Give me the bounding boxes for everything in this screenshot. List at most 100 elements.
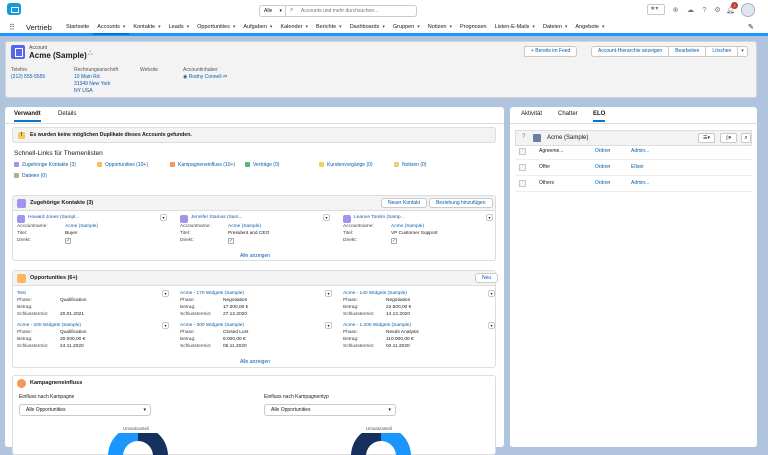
- chevron-down-icon[interactable]: ▾: [449, 24, 452, 30]
- nav-item[interactable]: Berichte ▾: [312, 20, 346, 35]
- new-opportunity-button[interactable]: Neu: [475, 273, 499, 283]
- user-avatar[interactable]: [741, 3, 755, 17]
- tab-related[interactable]: Verwandt: [14, 111, 41, 122]
- chevron-down-icon[interactable]: ▾: [325, 322, 332, 329]
- nav-item-label[interactable]: Leads: [169, 24, 184, 30]
- nav-item[interactable]: Listen-E-Mails ▾: [491, 20, 539, 35]
- row-checkbox[interactable]: [519, 180, 526, 187]
- opportunities-show-all[interactable]: Alle anzeigen: [13, 359, 497, 365]
- tab-chatter[interactable]: Chatter: [558, 111, 578, 117]
- app-logo-icon[interactable]: [7, 3, 21, 15]
- follow-button[interactable]: + Bereits im Feed: [524, 46, 578, 57]
- opportunity-name-link[interactable]: Acme - 300 Widgets (Sample): [180, 323, 244, 328]
- elo-list-menu-icon[interactable]: ☰▾: [698, 133, 715, 143]
- row-checkbox[interactable]: [519, 148, 526, 155]
- hierarchy-button[interactable]: Account-Hierarchie anzeigen: [591, 46, 670, 57]
- opportunity-name-link[interactable]: Acme - 140 Widgets (Sample): [343, 291, 407, 296]
- quick-link[interactable]: Dateien (0): [14, 173, 47, 179]
- quick-link-label[interactable]: Dateien (0): [22, 173, 47, 179]
- nav-item-label[interactable]: Angebote: [575, 24, 599, 30]
- elo-document-row[interactable]: Agreeme... Ordner Admin...: [515, 144, 752, 160]
- document-author[interactable]: ElIser: [631, 160, 644, 175]
- nav-item-label[interactable]: Kontakte: [133, 24, 155, 30]
- chevron-down-icon[interactable]: ▾: [162, 290, 169, 297]
- document-type[interactable]: Ordner: [595, 176, 611, 191]
- document-name[interactable]: Agreeme...: [539, 144, 563, 159]
- add-relationship-button[interactable]: Beziehung hinzufügen: [429, 198, 493, 208]
- contact-name-link[interactable]: Jennifer Stamos (Sam...: [191, 215, 242, 220]
- quick-link-label[interactable]: Kundenvorgänge (0): [327, 162, 373, 168]
- contacts-title[interactable]: Zugehörige Kontakte (3): [30, 196, 93, 211]
- nav-item-label[interactable]: Accounts: [97, 24, 120, 30]
- document-author[interactable]: Admin...: [631, 176, 649, 191]
- contact-name-link[interactable]: Leanne Tomlin (Samp...: [354, 215, 405, 220]
- chevron-down-icon[interactable]: ▾: [158, 24, 161, 30]
- chevron-down-icon[interactable]: ▾: [602, 24, 605, 30]
- edit-nav-pencil-icon[interactable]: ✎: [748, 23, 754, 31]
- nav-item[interactable]: Kontakte ▾: [129, 20, 164, 35]
- chevron-down-icon[interactable]: ▾: [123, 24, 126, 30]
- contacts-show-all[interactable]: Alle anzeigen: [13, 253, 497, 259]
- chevron-down-icon[interactable]: ▾: [486, 214, 493, 221]
- nav-item-label[interactable]: Listen-E-Mails: [495, 24, 530, 30]
- quick-link[interactable]: Zugehörige Kontakte (3): [14, 162, 76, 168]
- add-icon[interactable]: ⊕: [671, 6, 680, 15]
- nav-item[interactable]: Angebote ▾: [571, 20, 608, 35]
- edit-button[interactable]: Bearbeiten: [669, 46, 707, 57]
- account-link[interactable]: Acme (Sample): [65, 224, 98, 229]
- app-launcher-icon[interactable]: ⠿: [9, 23, 18, 32]
- tab-elo[interactable]: ELO: [593, 111, 606, 122]
- quick-link-label[interactable]: Notizen (0): [402, 162, 426, 168]
- contact-name-link[interactable]: Howard Jones (Sampl...: [28, 215, 79, 220]
- nav-item[interactable]: Gruppen ▾: [389, 20, 424, 35]
- quick-link[interactable]: Notizen (0): [394, 162, 426, 168]
- hierarchy-icon[interactable]: ஃ: [88, 51, 93, 58]
- elo-document-menu-icon[interactable]: ▯▾: [720, 133, 737, 143]
- tab-activity[interactable]: Aktivität: [521, 111, 542, 117]
- favorites-button[interactable]: ★▾: [647, 4, 665, 15]
- nav-item-label[interactable]: Gruppen: [393, 24, 414, 30]
- chevron-down-icon[interactable]: ▾: [160, 214, 167, 221]
- nav-item[interactable]: Notizen ▾: [424, 20, 456, 35]
- chevron-down-icon[interactable]: ▾: [305, 24, 308, 30]
- opportunity-name-link[interactable]: Acme - 170 Widgets (Sample): [180, 291, 244, 296]
- quick-link[interactable]: Kampagneneinfluss (10+): [170, 162, 235, 168]
- nav-item[interactable]: Dashboards ▾: [346, 20, 389, 35]
- campaign-filter1-select[interactable]: Alle Opportunities: [19, 404, 151, 416]
- campaign-filter2-select[interactable]: Alle Opportunities: [264, 404, 396, 416]
- nav-item[interactable]: Dateien ▾: [539, 20, 571, 35]
- nav-item-label[interactable]: Prognosen: [460, 24, 487, 30]
- chevron-down-icon[interactable]: ▾: [339, 24, 342, 30]
- document-name[interactable]: Offer: [539, 160, 550, 175]
- billing-line1[interactable]: 10 Main Rd.: [74, 74, 118, 81]
- document-type[interactable]: Ordner: [595, 144, 611, 159]
- more-actions-chevron-icon[interactable]: ▾: [738, 46, 748, 57]
- opportunities-title[interactable]: Opportunities (6+): [30, 271, 78, 286]
- quick-link-label[interactable]: Zugehörige Kontakte (3): [22, 162, 76, 168]
- document-author[interactable]: Admin...: [631, 144, 649, 159]
- new-contact-button[interactable]: Neuer Kontakt: [381, 198, 427, 208]
- chevron-down-icon[interactable]: ▾: [417, 24, 420, 30]
- quick-link-label[interactable]: Opportunities (10+): [105, 162, 148, 168]
- nav-item[interactable]: Kalender ▾: [276, 20, 312, 35]
- nav-item-label[interactable]: Aufgaben: [243, 24, 267, 30]
- quick-link-label[interactable]: Kampagneneinfluss (10+): [178, 162, 235, 168]
- opportunity-name-link[interactable]: Acme - 200 Widgets (Sample): [17, 323, 81, 328]
- search-scope-select[interactable]: Alle: [260, 6, 286, 16]
- billing-line2[interactable]: 31349 New York: [74, 81, 118, 88]
- chevron-down-icon[interactable]: ▾: [323, 214, 330, 221]
- quick-link-label[interactable]: Verträge (0): [253, 162, 279, 168]
- nav-item-label[interactable]: Dashboards: [350, 24, 380, 30]
- nav-item[interactable]: Leads ▾: [165, 20, 194, 35]
- setup-gear-icon[interactable]: ⚙: [713, 6, 722, 15]
- account-link[interactable]: Acme (Sample): [228, 224, 261, 229]
- nav-item-label[interactable]: Dateien: [543, 24, 562, 30]
- nav-item-label[interactable]: Notizen: [428, 24, 447, 30]
- opportunity-name-link[interactable]: Test: [17, 291, 26, 296]
- chevron-down-icon[interactable]: ▾: [162, 322, 169, 329]
- change-owner-icon[interactable]: ⇄: [222, 74, 227, 80]
- row-checkbox[interactable]: [519, 164, 526, 171]
- nav-item[interactable]: Opportunities ▾: [193, 20, 239, 35]
- owner-link[interactable]: Rodny Connell: [189, 74, 222, 80]
- chevron-down-icon[interactable]: ▾: [488, 290, 495, 297]
